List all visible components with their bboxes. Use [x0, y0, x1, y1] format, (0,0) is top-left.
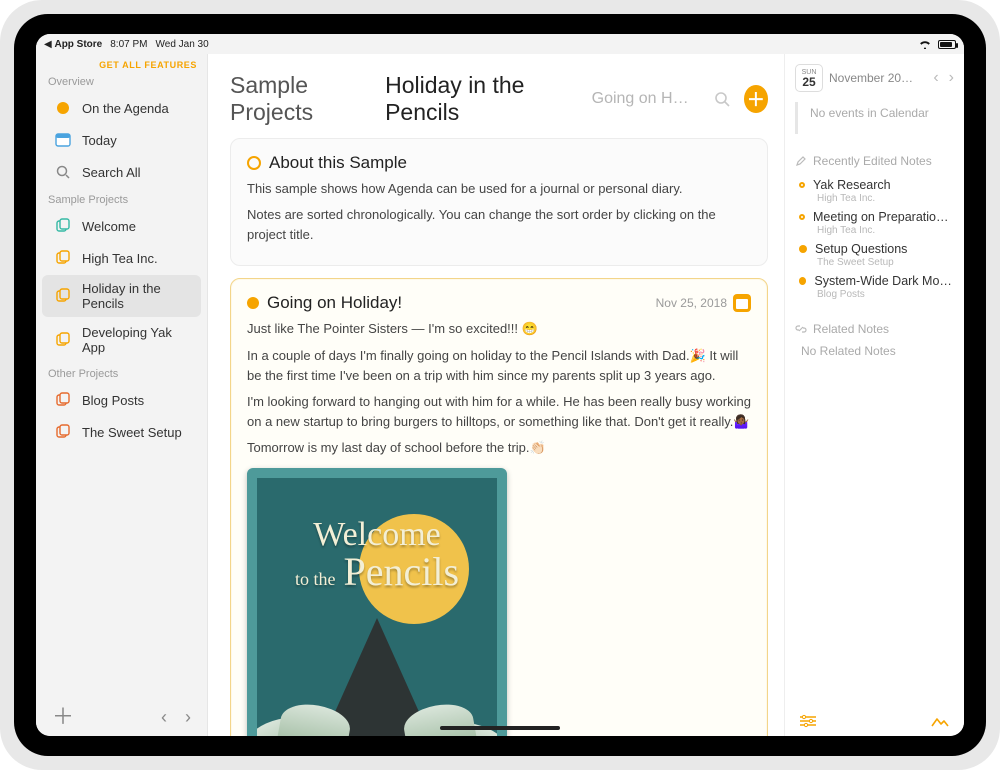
mini-calendar-icon[interactable]: SUN 25: [795, 64, 823, 92]
section-overview: Overview: [36, 70, 207, 92]
sidebar-item-developing-yak[interactable]: Developing Yak App: [42, 319, 201, 361]
section-sample-projects: Sample Projects: [36, 188, 207, 210]
mini-cal-day: 25: [802, 76, 815, 88]
sidebar-item-label: High Tea Inc.: [82, 251, 158, 266]
card-text: This sample shows how Agenda can be used…: [247, 179, 751, 199]
sidebar-item-label: The Sweet Setup: [82, 425, 182, 440]
back-to-app[interactable]: ◀ App Store: [44, 39, 102, 50]
calendar-icon: [54, 131, 72, 149]
card-text: Notes are sorted chronologically. You ca…: [247, 205, 751, 245]
prev-day-button[interactable]: ‹: [933, 69, 938, 87]
edit-icon: [795, 155, 807, 167]
breadcrumb-project[interactable]: Holiday in the Pencils: [385, 72, 576, 126]
recent-note-item[interactable]: Setup Questions The Sweet Setup: [785, 238, 964, 270]
filter-icon[interactable]: [799, 714, 817, 728]
going-on-holiday-card[interactable]: Going on Holiday! Nov 25, 2018 Just like…: [230, 278, 768, 736]
gallery-icon[interactable]: [930, 714, 950, 728]
status-time: 8:07 PM: [110, 39, 147, 50]
nav-back-button[interactable]: ‹: [161, 707, 167, 728]
no-events-label: No events in Calendar: [795, 102, 956, 134]
card-text: Tomorrow is my last day of school before…: [247, 438, 751, 458]
battery-icon: [938, 40, 956, 49]
about-sample-card[interactable]: About this Sample This sample shows how …: [230, 138, 768, 266]
agenda-outline-icon: [247, 156, 261, 170]
note-date: Nov 25, 2018: [656, 296, 727, 310]
sidebar-item-label: Today: [82, 133, 117, 148]
next-day-button[interactable]: ›: [949, 69, 954, 87]
project-icon: [54, 391, 72, 409]
nav-forward-button[interactable]: ›: [185, 707, 191, 728]
breadcrumb-category[interactable]: Sample Projects: [230, 72, 375, 126]
sidebar-item-holiday-pencils[interactable]: Holiday in the Pencils: [42, 275, 201, 317]
sidebar-item-label: Developing Yak App: [82, 325, 191, 355]
agenda-solid-icon: [799, 277, 806, 285]
sidebar: GET ALL FEATURES Overview On the Agenda …: [36, 54, 208, 736]
search-icon: [54, 163, 72, 181]
recent-note-sub: Blog Posts: [817, 289, 954, 300]
search-icon: [713, 90, 731, 108]
recent-note-sub: High Tea Inc.: [817, 225, 954, 236]
sidebar-item-high-tea[interactable]: High Tea Inc.: [42, 243, 201, 273]
sidebar-item-blog-posts[interactable]: Blog Posts: [42, 385, 201, 415]
project-icon: [54, 217, 72, 235]
add-project-button[interactable]: ＋: [52, 706, 74, 728]
status-date: Wed Jan 30: [156, 39, 209, 50]
no-related-label: No Related Notes: [785, 342, 964, 360]
recent-note-title: System-Wide Dark Mode…: [814, 274, 954, 288]
recent-note-item[interactable]: Meeting on Preparation f… High Tea Inc.: [785, 206, 964, 238]
status-bar: ◀ App Store 8:07 PM Wed Jan 30: [36, 34, 964, 54]
get-all-features-link[interactable]: GET ALL FEATURES: [36, 54, 207, 70]
recent-note-title: Meeting on Preparation f…: [813, 210, 953, 224]
section-related-notes: Related Notes: [785, 316, 964, 342]
wifi-icon: [918, 39, 932, 49]
calendar-month[interactable]: November 20…: [829, 71, 913, 85]
recent-note-sub: High Tea Inc.: [817, 193, 954, 204]
add-note-button[interactable]: ＋: [744, 85, 768, 113]
sidebar-item-label: On the Agenda: [82, 101, 169, 116]
section-other-projects: Other Projects: [36, 362, 207, 384]
recent-note-sub: The Sweet Setup: [817, 257, 954, 268]
section-recently-edited: Recently Edited Notes: [785, 148, 964, 174]
calendar-badge-icon[interactable]: [733, 294, 751, 312]
project-icon: [54, 249, 72, 267]
project-icon: [54, 423, 72, 441]
sidebar-item-sweet-setup[interactable]: The Sweet Setup: [42, 417, 201, 447]
sidebar-item-label: Blog Posts: [82, 393, 144, 408]
recent-note-item[interactable]: Yak Research High Tea Inc.: [785, 174, 964, 206]
home-indicator[interactable]: [440, 726, 560, 730]
project-icon: [54, 331, 72, 349]
sidebar-item-on-agenda[interactable]: On the Agenda: [42, 93, 201, 123]
recent-note-title: Yak Research: [813, 178, 891, 192]
sidebar-item-label: Holiday in the Pencils: [82, 281, 191, 311]
link-icon: [795, 323, 807, 335]
poster-image: Welcome to the Pencils: [247, 468, 507, 736]
agenda-outline-icon: [799, 214, 805, 220]
search-button[interactable]: [709, 85, 733, 113]
agenda-solid-icon: [799, 245, 807, 253]
card-text: Just like The Pointer Sisters — I'm so e…: [247, 319, 751, 339]
project-icon: [54, 287, 72, 305]
card-text: I'm looking forward to hanging out with …: [247, 392, 751, 432]
card-title: About this Sample: [269, 153, 407, 173]
poster-line-1: Welcome: [257, 518, 497, 552]
right-panel: SUN 25 November 20… ‹ › No events in Cal…: [784, 54, 964, 736]
sidebar-item-label: Welcome: [82, 219, 136, 234]
sidebar-item-search-all[interactable]: Search All: [42, 157, 201, 187]
agenda-dot-icon: [54, 99, 72, 117]
sidebar-item-today[interactable]: Today: [42, 125, 201, 155]
poster-line-2b: Pencils: [343, 552, 459, 592]
poster-line-2a: to the: [295, 570, 336, 588]
card-text: In a couple of days I'm finally going on…: [247, 346, 751, 386]
agenda-solid-icon: [247, 297, 259, 309]
recent-note-item[interactable]: System-Wide Dark Mode… Blog Posts: [785, 270, 964, 302]
breadcrumb-note[interactable]: Going on Holi…: [592, 90, 690, 108]
recent-note-title: Setup Questions: [815, 242, 907, 256]
agenda-outline-icon: [799, 182, 805, 188]
sidebar-item-welcome[interactable]: Welcome: [42, 211, 201, 241]
card-title: Going on Holiday!: [267, 293, 402, 313]
breadcrumb: Sample Projects Holiday in the Pencils G…: [208, 54, 784, 138]
main-content: Sample Projects Holiday in the Pencils G…: [208, 54, 784, 736]
sidebar-item-label: Search All: [82, 165, 141, 180]
